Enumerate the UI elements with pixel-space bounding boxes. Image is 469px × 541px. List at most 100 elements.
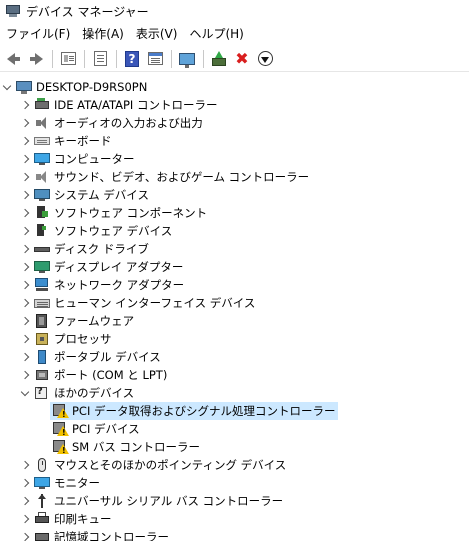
expand-chevron-icon[interactable] [18,114,32,132]
forward-button[interactable] [25,48,47,70]
category-label: システム デバイス [54,188,149,202]
properties-icon [93,51,107,66]
tree-category[interactable]: サウンド、ビデオ、およびゲーム コントローラー [18,168,309,186]
tree-category[interactable]: ポータブル デバイス [18,348,161,366]
tree-category[interactable]: オーディオの入力および出力 [18,114,203,132]
menu-view[interactable]: 表示(V) [130,24,184,44]
tree-category[interactable]: ポート (COM と LPT) [18,366,167,384]
expand-chevron-icon[interactable] [18,222,32,240]
category-label: ソフトウェア デバイス [54,224,173,238]
expand-chevron-icon[interactable] [18,474,32,492]
menu-action[interactable]: 操作(A) [76,24,130,44]
expand-chevron-icon[interactable] [18,276,32,294]
expand-chevron-icon[interactable] [18,204,32,222]
display-adapter-icon [34,259,50,275]
expand-chevron-icon[interactable] [18,312,32,330]
hid-icon [34,295,50,311]
tree-category[interactable]: ディスク ドライブ [18,240,149,258]
tree-category[interactable]: IDE ATA/ATAPI コントローラー [18,96,217,114]
audio-icon [34,115,50,131]
expand-chevron-icon[interactable] [18,294,32,312]
console-tree-icon [60,52,76,65]
expand-chevron-icon[interactable] [18,510,32,528]
device-label: PCI データ取得およびシグナル処理コントローラー [72,404,336,418]
expand-chevron-icon[interactable] [18,258,32,276]
scan-hardware-button[interactable] [176,48,198,70]
disable-device-button[interactable] [254,48,276,70]
title-bar: デバイス マネージャー [0,0,469,22]
show-hide-console-tree-button[interactable] [57,48,79,70]
disk-drive-icon [34,241,50,257]
menu-file[interactable]: ファイル(F) [0,24,76,44]
tree-category[interactable]: マウスとそのほかのポインティング デバイス [18,456,286,474]
expand-chevron-icon[interactable] [18,168,32,186]
tree-category-other-devices[interactable]: ? ほかのデバイス [18,384,134,402]
other-device-icon: ? [34,385,50,401]
collapse-chevron-icon[interactable] [0,78,14,96]
expand-chevron-icon[interactable] [18,456,32,474]
toolbar-separator [52,49,53,68]
expand-chevron-icon[interactable] [18,96,32,114]
expand-chevron-icon[interactable] [18,150,32,168]
tree-category[interactable]: ユニバーサル シリアル バス コントローラー [18,492,283,510]
category-label: 印刷キュー [54,512,112,526]
expand-chevron-icon[interactable] [18,330,32,348]
arrow-right-icon [29,52,43,65]
tree-category[interactable]: キーボード [18,132,112,150]
tree-device-selected[interactable]: ! PCI データ取得およびシグナル処理コントローラー [50,402,338,420]
tree-root[interactable]: DESKTOP-D9RS0PN [0,78,147,96]
category-label: 記憶域コントローラー [54,530,169,541]
category-label: ポート (COM と LPT) [54,368,168,382]
update-driver-button[interactable] [208,48,230,70]
software-device-icon [34,223,50,239]
tree-category[interactable]: 記憶域コントローラー [18,528,169,541]
warning-device-icon: ! [52,439,69,455]
tree-category[interactable]: ヒューマン インターフェイス デバイス [18,294,255,312]
expand-chevron-icon[interactable] [18,366,32,384]
expand-chevron-icon[interactable] [18,492,32,510]
expand-chevron-icon[interactable] [18,240,32,258]
category-label: ディスプレイ アダプター [54,260,184,274]
help-icon: ? [125,50,139,67]
toolbar-separator [84,49,85,68]
tree-category[interactable]: ソフトウェア コンポーネント [18,204,207,222]
tree-category[interactable]: ソフトウェア デバイス [18,222,172,240]
tree-category[interactable]: コンピューター [18,150,135,168]
expand-chevron-icon[interactable] [18,528,32,541]
warning-device-icon: ! [52,421,69,437]
update-driver-icon [212,50,226,67]
software-component-icon [34,205,50,221]
back-button[interactable] [2,48,24,70]
category-label: ポータブル デバイス [54,350,161,364]
tree-category[interactable]: ネットワーク アダプター [18,276,184,294]
collapse-chevron-icon[interactable] [18,384,32,402]
category-label: サウンド、ビデオ、およびゲーム コントローラー [54,170,310,184]
tree-device[interactable]: ! PCI デバイス [50,420,140,438]
help-button[interactable]: ? [121,48,143,70]
expand-chevron-icon[interactable] [18,186,32,204]
category-label: プロセッサ [54,332,112,346]
tree-device[interactable]: ! SM バス コントローラー [50,438,200,456]
view-button[interactable] [144,48,166,70]
view-icon [147,52,163,65]
menu-help[interactable]: ヘルプ(H) [183,24,249,44]
tree-category[interactable]: 印刷キュー [18,510,112,528]
usb-icon [34,493,50,509]
uninstall-device-button[interactable]: ✖ [231,48,253,70]
expand-chevron-icon[interactable] [18,132,32,150]
tree-category[interactable]: プロセッサ [18,330,112,348]
menu-bar: ファイル(F) 操作(A) 表示(V) ヘルプ(H) [0,24,250,44]
tree-category[interactable]: ディスプレイ アダプター [18,258,183,276]
tree-category[interactable]: モニター [18,474,100,492]
keyboard-icon [34,133,50,149]
tree-category[interactable]: システム デバイス [18,186,149,204]
category-label: キーボード [54,134,112,148]
device-label: SM バス コントローラー [72,440,201,454]
processor-icon [34,331,50,347]
tree-category[interactable]: ファームウェア [18,312,134,330]
mouse-icon [34,457,50,473]
properties-button[interactable] [89,48,111,70]
category-label: コンピューター [54,152,135,166]
port-icon [34,367,50,383]
expand-chevron-icon[interactable] [18,348,32,366]
